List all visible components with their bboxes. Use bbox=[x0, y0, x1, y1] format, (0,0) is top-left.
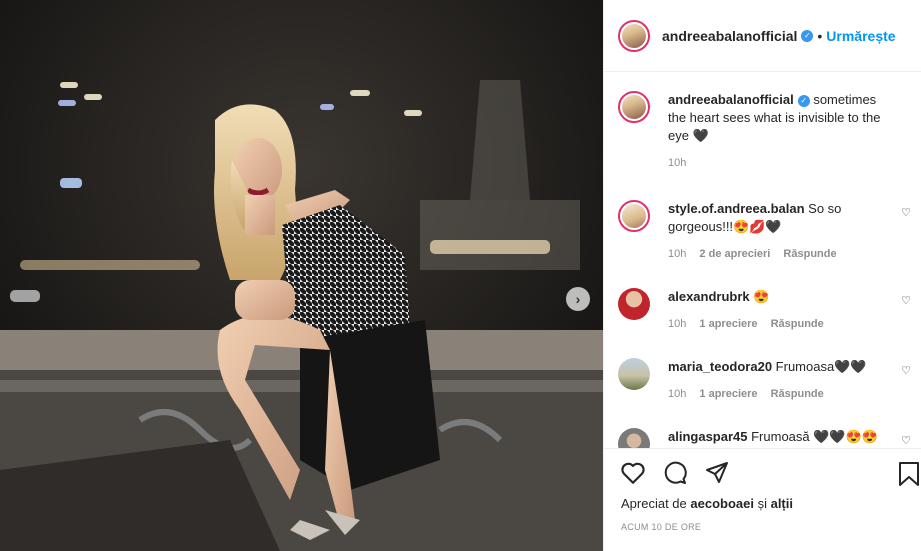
follow-button[interactable]: Urmărește bbox=[826, 28, 895, 44]
post-image bbox=[0, 0, 603, 551]
commenter-avatar[interactable] bbox=[618, 200, 650, 232]
liker-username[interactable]: aecoboaei bbox=[690, 496, 754, 511]
caption-username[interactable]: andreeabalanofficial bbox=[668, 92, 794, 107]
commenter-avatar[interactable] bbox=[618, 288, 650, 320]
post-timestamp[interactable]: ACUM 10 DE ORE bbox=[621, 522, 701, 532]
verified-badge-icon: ✓ bbox=[797, 94, 810, 107]
comment-item: alexandrubrk 😍 10h 1 apreciere Răspunde … bbox=[618, 288, 913, 330]
caption-time[interactable]: 10h bbox=[668, 157, 686, 169]
author-avatar[interactable] bbox=[618, 19, 650, 52]
reply-button[interactable]: Răspunde bbox=[771, 318, 824, 330]
comment-username[interactable]: alexandrubrk bbox=[668, 289, 750, 304]
separator-dot: • bbox=[817, 27, 823, 44]
comment-username[interactable]: alingaspar45 bbox=[668, 429, 748, 444]
comment-text: 😍 bbox=[749, 289, 770, 304]
comment-like-icon[interactable]: ♡ bbox=[901, 434, 911, 447]
reply-button[interactable]: Răspunde bbox=[783, 248, 836, 260]
comment-likes[interactable]: 2 de aprecieri bbox=[699, 248, 770, 260]
comment-like-icon[interactable]: ♡ bbox=[901, 206, 911, 219]
action-bar bbox=[620, 458, 746, 488]
comment-time[interactable]: 10h bbox=[668, 248, 686, 260]
likes-middle: și bbox=[753, 496, 771, 511]
comment-item: style.of.andreea.balan So so gorgeous!!!… bbox=[618, 200, 913, 260]
comment-username[interactable]: style.of.andreea.balan bbox=[668, 201, 805, 216]
divider bbox=[604, 448, 921, 449]
comment-item: alingaspar45 Frumoasă 🖤🖤😍😍 ♡ bbox=[618, 428, 913, 448]
comment-like-icon[interactable]: ♡ bbox=[901, 294, 911, 307]
post-header: andreeabalanofficial ✓ • Urmărește bbox=[604, 0, 921, 72]
instagram-post: › andreeabalanofficial ✓ • Urmărește and… bbox=[0, 0, 921, 551]
likes-prefix: Apreciat de bbox=[621, 496, 691, 511]
comment-username[interactable]: maria_teodora20 bbox=[668, 359, 772, 374]
comment-time[interactable]: 10h bbox=[668, 318, 686, 330]
bookmark-icon[interactable] bbox=[898, 461, 920, 492]
commenter-avatar[interactable] bbox=[618, 428, 650, 448]
post-sidebar: andreeabalanofficial ✓ • Urmărește andre… bbox=[603, 0, 921, 551]
likes-others-link[interactable]: alții bbox=[771, 496, 793, 511]
comment-item: maria_teodora20 Frumoasa🖤🖤 10h 1 aprecie… bbox=[618, 358, 913, 400]
author-avatar[interactable] bbox=[618, 91, 650, 123]
likes-summary: Apreciat de aecoboaei și alții bbox=[621, 496, 793, 511]
comment-text: Frumoasă 🖤🖤😍😍 bbox=[747, 429, 878, 444]
post-photo[interactable]: › bbox=[0, 0, 603, 551]
author-username[interactable]: andreeabalanofficial bbox=[662, 28, 797, 44]
caption: andreeabalanofficial ✓ sometimes the hear… bbox=[618, 91, 913, 169]
comment-likes[interactable]: 1 apreciere bbox=[699, 388, 757, 400]
comments-list[interactable]: andreeabalanofficial ✓ sometimes the hear… bbox=[604, 73, 921, 448]
comment-icon[interactable] bbox=[662, 461, 688, 485]
comment-text: Frumoasa🖤🖤 bbox=[772, 359, 867, 374]
chevron-right-icon: › bbox=[575, 291, 581, 307]
comment-time[interactable]: 10h bbox=[668, 388, 686, 400]
heart-icon[interactable] bbox=[620, 461, 646, 485]
reply-button[interactable]: Răspunde bbox=[771, 388, 824, 400]
commenter-avatar[interactable] bbox=[618, 358, 650, 390]
verified-badge-icon: ✓ bbox=[801, 29, 814, 42]
comment-like-icon[interactable]: ♡ bbox=[901, 364, 911, 377]
comment-likes[interactable]: 1 apreciere bbox=[699, 318, 757, 330]
share-icon[interactable] bbox=[704, 461, 730, 485]
next-photo-button[interactable]: › bbox=[566, 287, 590, 311]
